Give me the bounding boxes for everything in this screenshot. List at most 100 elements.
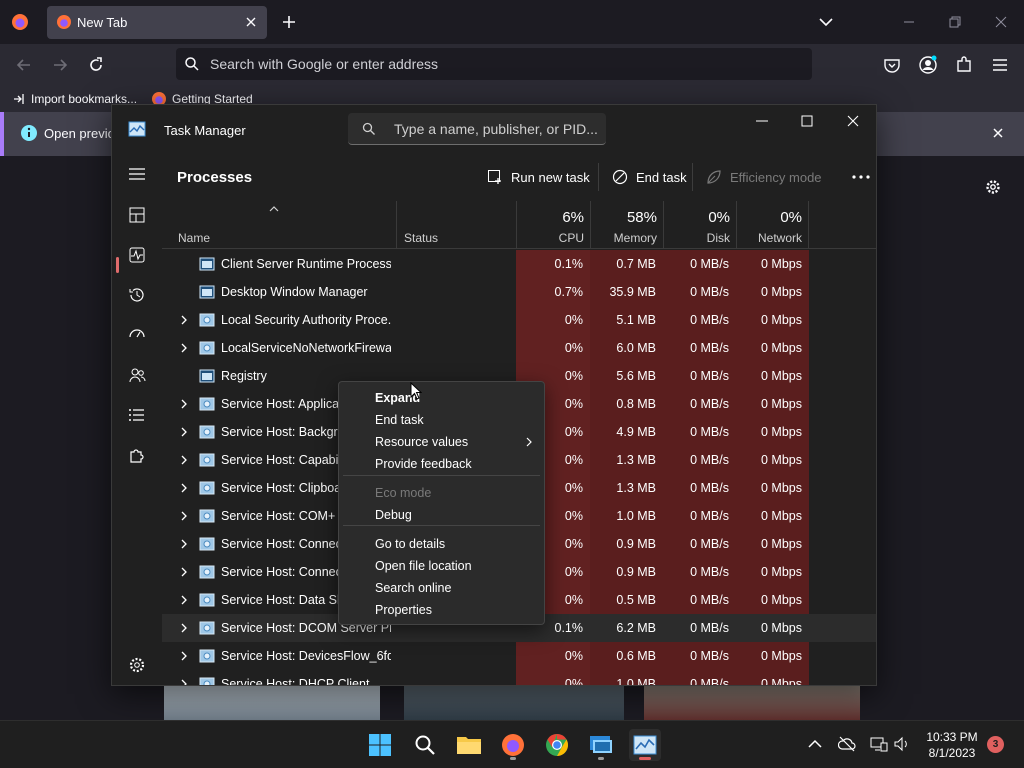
expand-chevron-icon[interactable] <box>179 594 189 606</box>
expand-chevron-icon[interactable] <box>179 650 189 662</box>
new-tab-settings-gear-icon[interactable] <box>984 178 1002 196</box>
menu-hamburger-icon[interactable] <box>990 55 1010 75</box>
context-menu-item-debug[interactable]: Debug <box>339 504 544 526</box>
pocket-icon[interactable] <box>882 55 902 75</box>
app-history-icon[interactable] <box>127 285 147 305</box>
network-display-icon[interactable] <box>870 735 888 753</box>
column-header-network[interactable]: 0% Network <box>736 201 809 249</box>
browser-restore-icon[interactable] <box>945 12 965 32</box>
table-row[interactable]: Service Host: DHCP Client 0% 1.0 MB 0 MB/s 0… <box>162 670 876 686</box>
expand-chevron-icon[interactable] <box>179 426 189 438</box>
list-all-tabs-chevron-icon[interactable] <box>816 12 836 32</box>
volume-speaker-icon[interactable] <box>893 735 911 753</box>
startup-apps-icon[interactable] <box>127 325 147 345</box>
context-menu-item-open-file-location[interactable]: Open file location <box>339 555 544 577</box>
run-new-task-button[interactable]: Run new task <box>487 165 590 189</box>
clock-date: 8/1/2023 <box>928 746 976 760</box>
menu-separator <box>343 475 540 476</box>
sort-ascending-icon[interactable] <box>269 204 279 212</box>
expand-chevron-icon[interactable] <box>179 342 189 354</box>
taskbar-file-explorer[interactable] <box>453 729 485 761</box>
reload-icon[interactable] <box>86 55 106 75</box>
context-menu-item-provide-feedback[interactable]: Provide feedback <box>339 453 544 475</box>
notification-count-badge[interactable]: 3 <box>987 736 1004 753</box>
expand-chevron-icon[interactable] <box>179 454 189 466</box>
more-options-ellipsis-icon[interactable] <box>851 173 871 181</box>
expand-chevron-icon[interactable] <box>179 398 189 410</box>
browser-minimize-icon[interactable] <box>899 12 919 32</box>
column-header-name[interactable]: Name <box>178 231 210 245</box>
process-network: 0 Mbps <box>761 481 802 495</box>
users-icon[interactable] <box>127 365 147 385</box>
tm-minimize-icon[interactable] <box>752 111 772 131</box>
browser-close-icon[interactable] <box>991 12 1011 32</box>
context-menu-item-expand[interactable]: Expand <box>339 387 544 409</box>
details-list-icon[interactable] <box>127 405 147 425</box>
taskbar-search-button[interactable] <box>409 729 441 761</box>
table-row[interactable]: Local Security Authority Proce... 0% 5.1 M… <box>162 306 876 334</box>
table-row[interactable]: Client Server Runtime Process 0.1% 0.7 MB 0… <box>162 250 876 278</box>
context-menu-item-properties[interactable]: Properties <box>339 599 544 621</box>
processes-grid-icon[interactable] <box>127 205 147 225</box>
expand-chevron-icon[interactable] <box>179 510 189 522</box>
windows-taskbar: 10:33 PM 8/1/2023 3 <box>0 720 1024 768</box>
hamburger-menu-icon[interactable] <box>127 164 147 184</box>
context-menu-item-search-online[interactable]: Search online <box>339 577 544 599</box>
close-tab-icon[interactable] <box>243 14 259 30</box>
context-menu-item-go-to-details[interactable]: Go to details <box>339 533 544 555</box>
process-memory: 1.0 MB <box>616 509 656 523</box>
table-row[interactable]: Desktop Window Manager 0.7% 35.9 MB 0 MB/s 0… <box>162 278 876 306</box>
new-tab-plus-icon[interactable] <box>279 12 299 32</box>
expand-chevron-icon[interactable] <box>179 678 189 686</box>
process-search-input[interactable]: Type a name, publisher, or PID... <box>348 113 606 145</box>
start-button[interactable] <box>364 729 396 761</box>
process-memory: 5.1 MB <box>616 313 656 327</box>
process-disk: 0 MB/s <box>690 537 729 551</box>
forward-arrow-icon[interactable] <box>50 55 70 75</box>
column-header-memory[interactable]: 58% Memory <box>590 201 663 249</box>
settings-gear-icon[interactable] <box>127 655 147 675</box>
taskbar-firefox[interactable] <box>497 729 529 761</box>
tab-new-tab[interactable]: New Tab <box>47 6 267 39</box>
table-row[interactable]: Service Host: DevicesFlow_6fd... 0% 0.6 MB… <box>162 642 876 670</box>
process-network: 0 Mbps <box>761 509 802 523</box>
close-notification-icon[interactable] <box>990 125 1006 141</box>
process-window-icon <box>199 257 215 271</box>
expand-chevron-icon[interactable] <box>179 538 189 550</box>
page-title: Processes <box>177 169 253 186</box>
expand-chevron-icon[interactable] <box>179 566 189 578</box>
back-arrow-icon[interactable] <box>14 55 34 75</box>
taskbar-clock[interactable]: 10:33 PM 8/1/2023 <box>918 729 986 761</box>
expand-chevron-icon[interactable] <box>179 314 189 326</box>
process-disk: 0 MB/s <box>690 677 729 686</box>
taskbar-remote-desktop[interactable] <box>585 729 617 761</box>
efficiency-mode-button[interactable]: Efficiency mode <box>706 165 822 189</box>
performance-icon[interactable] <box>127 245 147 265</box>
tm-maximize-icon[interactable] <box>797 111 817 131</box>
context-menu-item-resource-values[interactable]: Resource values <box>339 431 544 453</box>
column-header-status[interactable]: Status <box>396 201 516 249</box>
column-header-disk[interactable]: 0% Disk <box>663 201 736 249</box>
extensions-puzzle-icon[interactable] <box>954 55 974 75</box>
firefox-view-icon[interactable] <box>10 12 30 32</box>
column-header-cpu[interactable]: 6% CPU <box>516 201 590 249</box>
services-puzzle-icon[interactable] <box>127 445 147 465</box>
expand-chevron-icon[interactable] <box>179 482 189 494</box>
process-cpu: 0.7% <box>554 285 584 299</box>
account-icon[interactable] <box>918 55 938 75</box>
table-row[interactable]: LocalServiceNoNetworkFirewa... 0% 6.0 MB 0 … <box>162 334 876 362</box>
process-cpu: 0.1% <box>554 257 584 271</box>
task-manager-sidebar <box>112 153 162 685</box>
tm-close-icon[interactable] <box>843 111 863 131</box>
taskbar-task-manager[interactable] <box>629 729 661 761</box>
process-window-icon <box>199 285 215 299</box>
process-memory: 4.9 MB <box>616 425 656 439</box>
context-menu-item-end-task[interactable]: End task <box>339 409 544 431</box>
taskbar-chrome[interactable] <box>541 729 573 761</box>
end-task-button[interactable]: End task <box>612 165 687 189</box>
task-manager-titlebar[interactable]: Task Manager Type a name, publisher, or … <box>112 105 876 153</box>
address-bar[interactable]: Search with Google or enter address <box>176 48 812 80</box>
expand-chevron-icon[interactable] <box>179 622 189 634</box>
cloud-offline-icon[interactable] <box>838 735 856 753</box>
show-hidden-icons-chevron-icon[interactable] <box>806 735 824 753</box>
